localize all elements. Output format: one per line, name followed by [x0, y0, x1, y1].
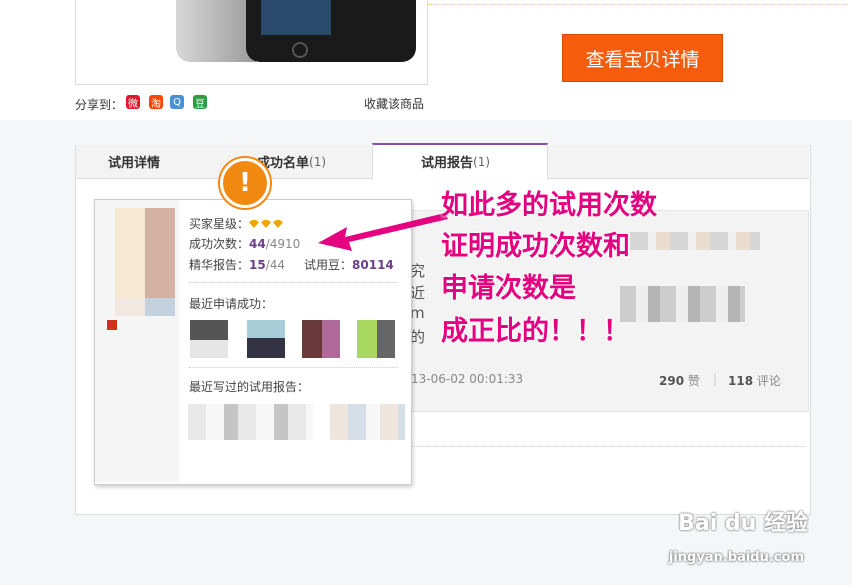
taobao-icon[interactable]: 淘 — [149, 95, 163, 110]
comments-count: 118 — [728, 374, 754, 388]
divider — [189, 282, 397, 283]
avatar[interactable] — [115, 208, 175, 298]
likes-label[interactable]: 赞 — [688, 374, 700, 388]
beans-count: 80114 — [352, 258, 394, 272]
report-date: 13-06-02 00:01:33 — [411, 372, 524, 386]
tab-label: 试用报告 — [421, 156, 474, 171]
success-label: 成功次数： — [189, 237, 250, 251]
tab-trial-details[interactable]: 试用详情 — [108, 145, 160, 178]
qzone-icon[interactable]: Q — [170, 95, 184, 109]
avatar — [115, 298, 175, 316]
recent-item-thumb[interactable] — [302, 320, 340, 358]
diamond-icon — [261, 220, 272, 228]
recent-item-thumb[interactable] — [247, 320, 285, 358]
share-label: 分享到： — [75, 98, 124, 112]
phone-back — [176, 0, 256, 62]
diamond-icon — [273, 220, 284, 228]
douban-icon[interactable]: 豆 — [193, 95, 207, 110]
comments-label[interactable]: 评论 — [757, 374, 781, 388]
report-fragment: 究 — [410, 262, 426, 280]
likes-count: 290 — [659, 374, 685, 388]
annotation-line: 证明成功次数和 — [441, 231, 630, 262]
weibo-icon[interactable]: 微 — [126, 95, 140, 110]
tab-label: 试用详情 — [108, 156, 161, 171]
annotation-line: 申请次数是 — [441, 273, 576, 304]
report-fragment: m — [410, 304, 425, 322]
report-thumb[interactable] — [330, 404, 405, 440]
baidu-watermark-url: jingyan.baidu.com — [668, 550, 804, 565]
annotation-line: 成正比的！！！ — [441, 316, 630, 347]
recent-item-thumb[interactable] — [190, 320, 228, 358]
beans-label: 试用豆： — [304, 258, 353, 272]
buyer-level-label: 买家星级： — [189, 217, 250, 231]
view-details-button[interactable]: 查看宝贝详情 — [562, 34, 723, 82]
tab-count: (1) — [309, 154, 327, 169]
tab-trial-report[interactable]: 试用报告 (1) — [421, 145, 490, 178]
elite-label: 精华报告： — [189, 258, 250, 272]
recent-apply-label: 最近申请成功： — [189, 297, 274, 311]
report-fragment: 的 — [410, 328, 426, 346]
phone-screen — [261, 0, 331, 35]
phone-home-button — [292, 42, 308, 58]
warning-icon: ! — [220, 158, 270, 208]
success-count: 44 — [249, 237, 266, 251]
report-thumb[interactable] — [188, 404, 313, 440]
elite-count: 15 — [249, 258, 266, 272]
badge-icon — [107, 320, 117, 330]
apply-total: /4910 — [265, 237, 301, 251]
meta-separator: | — [713, 372, 718, 386]
elite-total: /44 — [265, 258, 286, 272]
report-fragment: 近 — [410, 284, 426, 302]
recent-report-label: 最近写过的试用报告： — [189, 380, 310, 394]
collect-link[interactable]: 收藏该商品 — [364, 95, 424, 112]
pixelated-image — [630, 232, 760, 250]
divider — [410, 446, 805, 447]
diamond-icon — [249, 220, 260, 228]
product-image[interactable] — [75, 0, 428, 85]
annotation-line: 如此多的试用次数 — [441, 190, 657, 221]
arrow-icon — [318, 213, 448, 251]
baidu-watermark: Bai du 经验 — [678, 511, 808, 536]
pixelated-image — [620, 286, 745, 322]
recent-item-thumb[interactable] — [357, 320, 395, 358]
tab-count: (1) — [473, 154, 491, 169]
divider — [189, 367, 397, 368]
user-avatar-column — [95, 200, 179, 482]
divider — [428, 4, 848, 5]
